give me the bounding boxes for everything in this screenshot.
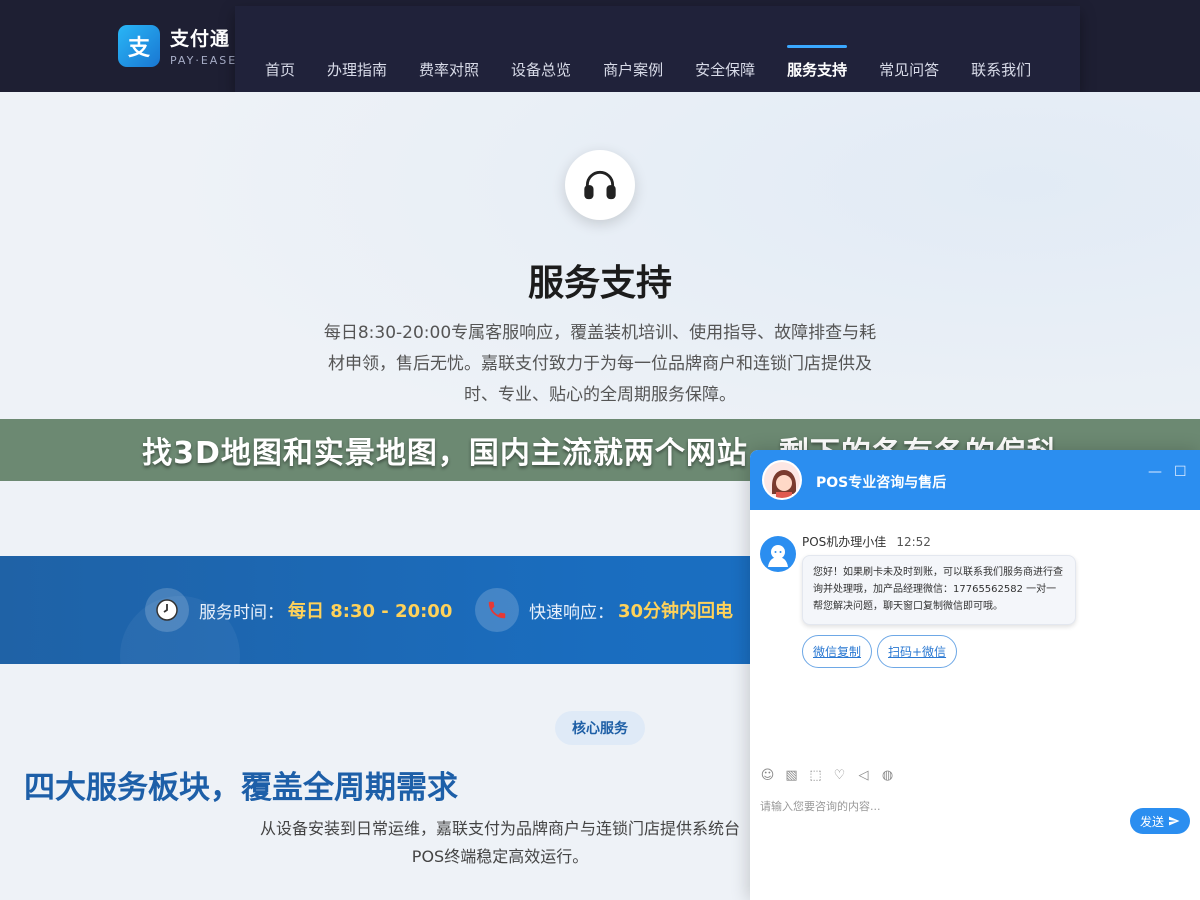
response-label: 快速响应：	[529, 602, 614, 623]
message-bubble: 您好！如果刷卡未及时到账，可以联系我们服务商进行查询并处理哦，加产品经理微信：1…	[802, 555, 1076, 625]
emoji-icon[interactable]: ☺	[760, 768, 775, 783]
nav-item-home[interactable]: 首页	[249, 59, 311, 80]
headset-icon	[565, 150, 635, 220]
page-title: 服务支持	[527, 263, 672, 304]
agent-message-avatar	[760, 536, 796, 572]
service-time-value: 每日 8:30 - 20:00	[288, 601, 453, 622]
nav-item-contact[interactable]: 联系我们	[955, 59, 1047, 80]
wechat-icon[interactable]: ◍	[880, 768, 895, 783]
main-nav: 首页 办理指南 费率对照 设备总览 商户案例 安全保障 服务支持 常见问答 联系…	[235, 6, 1080, 92]
send-label: 发送	[1139, 814, 1164, 829]
send-button[interactable]: 发送	[1130, 808, 1190, 834]
copy-wechat-label: 微信复制	[813, 645, 862, 659]
response-value: 30分钟内回电	[618, 601, 734, 622]
send-icon	[1169, 816, 1180, 826]
nav-item-cases[interactable]: 商户案例	[587, 59, 679, 80]
rating-icon[interactable]: ♡	[832, 768, 847, 783]
logo[interactable]: 支 支付通 PAY·EASE	[118, 24, 237, 67]
nav-item-rates[interactable]: 费率对照	[403, 59, 495, 80]
image-icon[interactable]: ▧	[784, 768, 799, 783]
chat-header: POS专业咨询与售后 — ☐	[750, 450, 1200, 510]
screenshot-icon[interactable]: ⬚	[808, 768, 823, 783]
logo-mark: 支	[118, 24, 160, 67]
copy-wechat-button[interactable]: 微信复制	[802, 635, 873, 668]
chat-message-input[interactable]	[760, 800, 1120, 813]
section-description: 从设备安装到日常运维，嘉联支付为品牌商户与连锁门店提供系统台POS终端稳定高效运…	[259, 819, 740, 866]
phone-icon	[475, 588, 519, 632]
scan-wechat-label: 扫码+微信	[888, 645, 947, 659]
hero-description: 每日8:30-20:00专属客服响应，覆盖装机培训、使用指导、故障排查与耗材申领…	[323, 323, 877, 405]
message-meta: POS机办理小佳 12:52	[802, 533, 931, 550]
chat-title: POS专业咨询与售后	[816, 475, 947, 491]
agent-name: POS机办理小佳	[802, 535, 887, 549]
nav-item-guide[interactable]: 办理指南	[311, 59, 403, 80]
minimize-button[interactable]: —	[1148, 464, 1162, 480]
section-badge: 核心服务	[555, 711, 645, 745]
service-time-item: 服务时间： 每日 8:30 - 20:00	[145, 588, 452, 632]
maximize-button[interactable]: ☐	[1174, 464, 1187, 480]
nav-item-support[interactable]: 服务支持	[771, 45, 863, 80]
response-item: 快速响应： 30分钟内回电	[475, 588, 733, 632]
chat-widget: POS专业咨询与售后 — ☐ POS机办理小佳 12:52 您好！如果刷卡未及时到…	[750, 450, 1200, 900]
nav-item-faq[interactable]: 常见问答	[863, 59, 955, 80]
scan-wechat-button[interactable]: 扫码+微信	[877, 635, 958, 668]
logo-subtitle: PAY·EASE	[170, 54, 238, 67]
service-time-label: 服务时间：	[199, 602, 284, 623]
logo-name: 支付通	[170, 28, 231, 50]
clock-icon	[145, 588, 189, 632]
chat-toolbar: ☺ ▧ ⬚ ♡ ◁ ◍	[760, 768, 895, 783]
nav-item-security[interactable]: 安全保障	[679, 59, 771, 80]
nav-item-devices[interactable]: 设备总览	[495, 59, 587, 80]
agent-avatar	[762, 460, 802, 500]
message-time: 12:52	[896, 535, 931, 549]
section-title: 四大服务板块，覆盖全周期需求	[24, 770, 458, 806]
sound-icon[interactable]: ◁	[856, 768, 871, 783]
